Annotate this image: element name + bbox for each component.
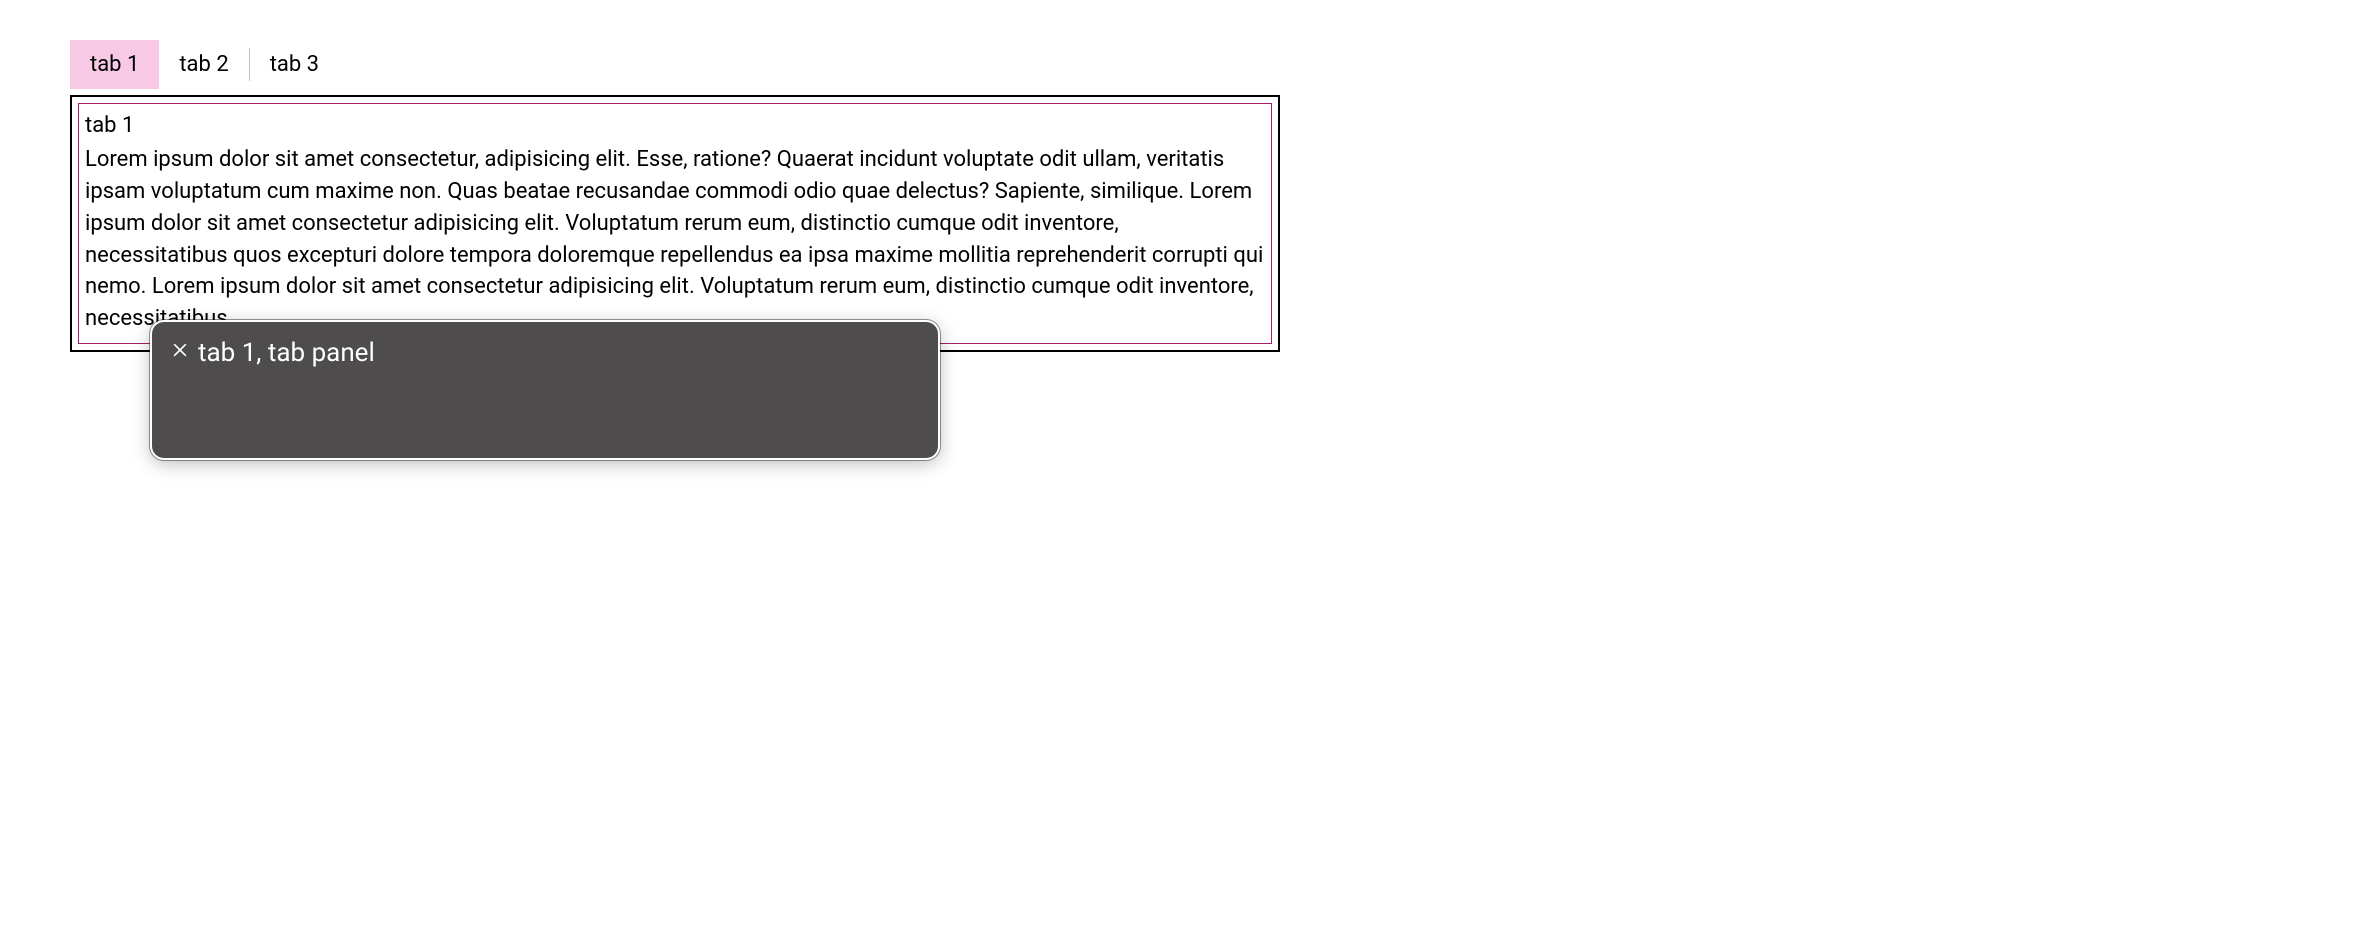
tab-panel-inner: tab 1 Lorem ipsum dolor sit amet consect…: [78, 103, 1272, 344]
tabs-component: tab 1 tab 2 tab 3 tab 1 Lorem ipsum dolo…: [70, 40, 1280, 352]
panel-body-text: Lorem ipsum dolor sit amet consectetur, …: [85, 144, 1265, 335]
accessibility-tooltip: tab 1, tab panel: [150, 320, 940, 460]
panel-title: tab 1: [85, 110, 1265, 142]
tab-2[interactable]: tab 2: [159, 40, 248, 89]
tabs-list: tab 1 tab 2 tab 3: [70, 40, 1280, 89]
tooltip-close-button[interactable]: [170, 340, 190, 362]
tab-panel: tab 1 Lorem ipsum dolor sit amet consect…: [70, 95, 1280, 352]
close-icon: [170, 340, 190, 362]
tab-1[interactable]: tab 1: [70, 40, 159, 89]
tab-3[interactable]: tab 3: [250, 40, 339, 89]
tooltip-text: tab 1, tab panel: [198, 336, 375, 368]
